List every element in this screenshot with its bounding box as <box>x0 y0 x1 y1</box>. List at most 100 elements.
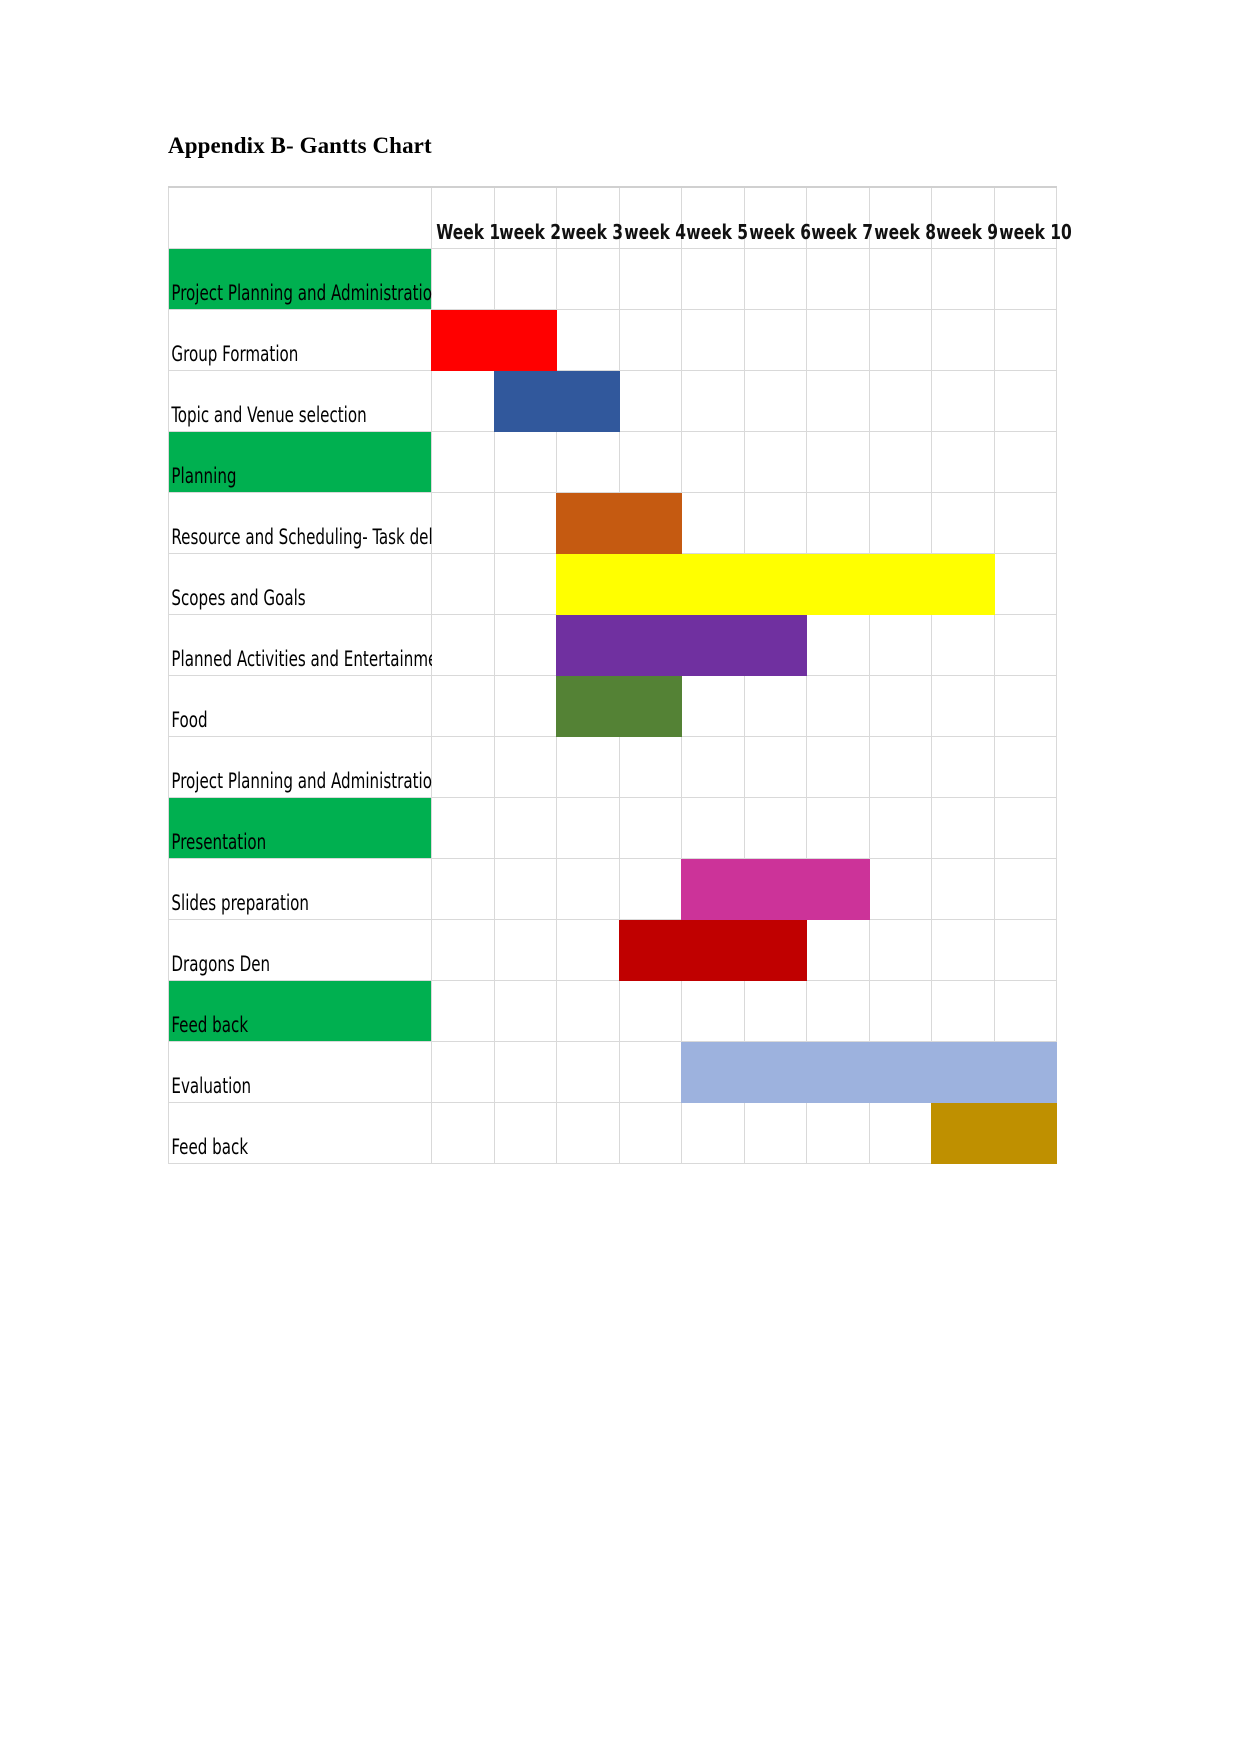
gantt-empty-cell <box>681 675 745 737</box>
gantt-empty-cell <box>556 309 620 371</box>
gantt-empty-cell <box>743 736 807 798</box>
gantt-empty-cell <box>993 370 1057 432</box>
task-label: Feed back <box>171 1013 249 1037</box>
task-label: Planning <box>171 464 237 488</box>
task-label: Resource and Scheduling- Task delegation <box>171 525 490 549</box>
gantt-empty-cell <box>681 736 745 798</box>
gantt-empty-cell <box>868 980 932 1042</box>
page-title: Appendix B- Gantts Chart <box>168 133 432 158</box>
gantt-task-label-cell: Group Formation <box>168 309 432 371</box>
gantt-task-label-cell: Scopes and Goals <box>168 553 432 615</box>
gantt-empty-cell <box>556 1041 620 1103</box>
gantt-empty-cell <box>806 309 870 371</box>
gantt-task-label-cell: Topic and Venue selection <box>168 370 432 432</box>
gantt-bar <box>681 1041 1057 1103</box>
gantt-section-label-cell: Project Planning and Administration <box>168 248 442 310</box>
task-label: Slides preparation <box>171 891 309 915</box>
gantt-task-row: Dragons Den <box>168 919 1057 981</box>
gantt-empty-cell <box>743 248 807 310</box>
gantt-empty-cell <box>806 675 870 737</box>
gantt-bar <box>556 614 807 676</box>
week-header-label: week 4 <box>623 220 686 244</box>
gantt-empty-cell <box>556 858 620 920</box>
gantt-task-label-cell: Evaluation <box>168 1041 432 1103</box>
gantt-empty-cell <box>743 370 807 432</box>
gantt-empty-cell <box>493 1102 557 1164</box>
gantt-task-label-cell: Resource and Scheduling- Task delegation <box>168 492 490 554</box>
gantt-bar-fill <box>493 371 620 432</box>
gantt-week-header-6: week 6 <box>743 186 811 249</box>
gantt-task-row: Project Planning and Administration <box>168 248 1057 310</box>
gantt-empty-cell <box>431 492 495 554</box>
gantt-empty-cell <box>993 492 1057 554</box>
gantt-empty-cell <box>493 1041 557 1103</box>
gantt-empty-cell <box>806 797 870 859</box>
gantt-empty-cell <box>868 858 932 920</box>
gantt-empty-cell <box>993 553 1057 615</box>
gantt-body: Project Planning and Administration Group… <box>168 248 1057 1164</box>
gantt-section-label-cell: Feed back <box>168 980 432 1042</box>
week-header-label: week 2 <box>498 220 561 244</box>
gantt-empty-cell <box>618 248 682 310</box>
gantt-empty-cell <box>806 431 870 493</box>
task-label: Project Planning and Administration <box>171 769 442 793</box>
week-header-label: week 6 <box>748 220 811 244</box>
gantt-task-row: Presentation <box>168 797 1057 859</box>
gantt-bar <box>618 919 807 981</box>
gantt-empty-cell <box>681 797 745 859</box>
task-label: Project Planning and Administration <box>171 281 442 305</box>
gantt-empty-cell <box>868 248 932 310</box>
gantt-empty-cell <box>993 614 1057 676</box>
gantt-section-label-cell: Presentation <box>168 797 432 859</box>
gantt-empty-cell <box>993 431 1057 493</box>
gantt-empty-cell <box>431 614 495 676</box>
task-label: Feed back <box>171 1135 249 1159</box>
gantt-empty-cell <box>868 675 932 737</box>
gantt-empty-cell <box>431 797 495 859</box>
gantt-empty-cell <box>743 675 807 737</box>
gantt-empty-cell <box>493 858 557 920</box>
gantt-empty-cell <box>868 309 932 371</box>
task-label: Presentation <box>171 830 267 854</box>
gantt-corner-cell <box>168 186 432 249</box>
task-label: Food <box>171 708 208 732</box>
gantt-week-header-9: week 9 <box>931 186 998 249</box>
gantt-empty-cell <box>493 919 557 981</box>
week-header-label: week 7 <box>811 220 874 244</box>
gantt-header-row: Week 1 week 2 week 3 week 4 week 5 week 6 week… <box>168 186 1072 249</box>
gantt-week-header-7: week 7 <box>806 186 874 249</box>
gantt-empty-cell <box>743 309 807 371</box>
gantt-empty-cell <box>493 492 557 554</box>
gantt-task-row: Project Planning and Administration <box>168 736 1057 798</box>
gantt-chart-table: Week 1 week 2 week 3 week 4 week 5 week 6 week… <box>168 186 1072 1164</box>
gantt-task-label-cell: Food <box>168 675 432 737</box>
gantt-empty-cell <box>743 980 807 1042</box>
gantt-empty-cell <box>743 797 807 859</box>
gantt-empty-cell <box>681 492 745 554</box>
gantt-empty-cell <box>931 980 995 1042</box>
gantt-bar-fill <box>618 920 807 981</box>
gantt-empty-cell <box>431 858 495 920</box>
gantt-task-label-cell: Planned Activities and Entertainment <box>168 614 453 676</box>
gantt-empty-cell <box>993 248 1057 310</box>
gantt-empty-cell <box>681 309 745 371</box>
gantt-bar-fill <box>931 1103 1057 1164</box>
task-label: Scopes and Goals <box>171 586 306 610</box>
gantt-empty-cell <box>556 797 620 859</box>
gantt-empty-cell <box>618 309 682 371</box>
gantt-week-header-2: week 2 <box>493 186 561 249</box>
gantt-empty-cell <box>431 431 495 493</box>
gantt-empty-cell <box>931 858 995 920</box>
gantt-task-row: Resource and Scheduling- Task delegation <box>168 492 1057 554</box>
gantt-empty-cell <box>556 431 620 493</box>
gantt-bar-fill <box>681 1042 1057 1103</box>
gantt-task-row: Topic and Venue selection <box>168 370 1057 432</box>
week-header-label: week 10 <box>998 220 1072 244</box>
gantt-task-row: Planning <box>168 431 1057 493</box>
gantt-empty-cell <box>868 492 932 554</box>
gantt-empty-cell <box>556 248 620 310</box>
gantt-empty-cell <box>493 553 557 615</box>
gantt-task-label-cell: Feed back <box>168 1102 432 1164</box>
gantt-empty-cell <box>931 248 995 310</box>
week-header-label: Week 1 <box>436 220 501 244</box>
